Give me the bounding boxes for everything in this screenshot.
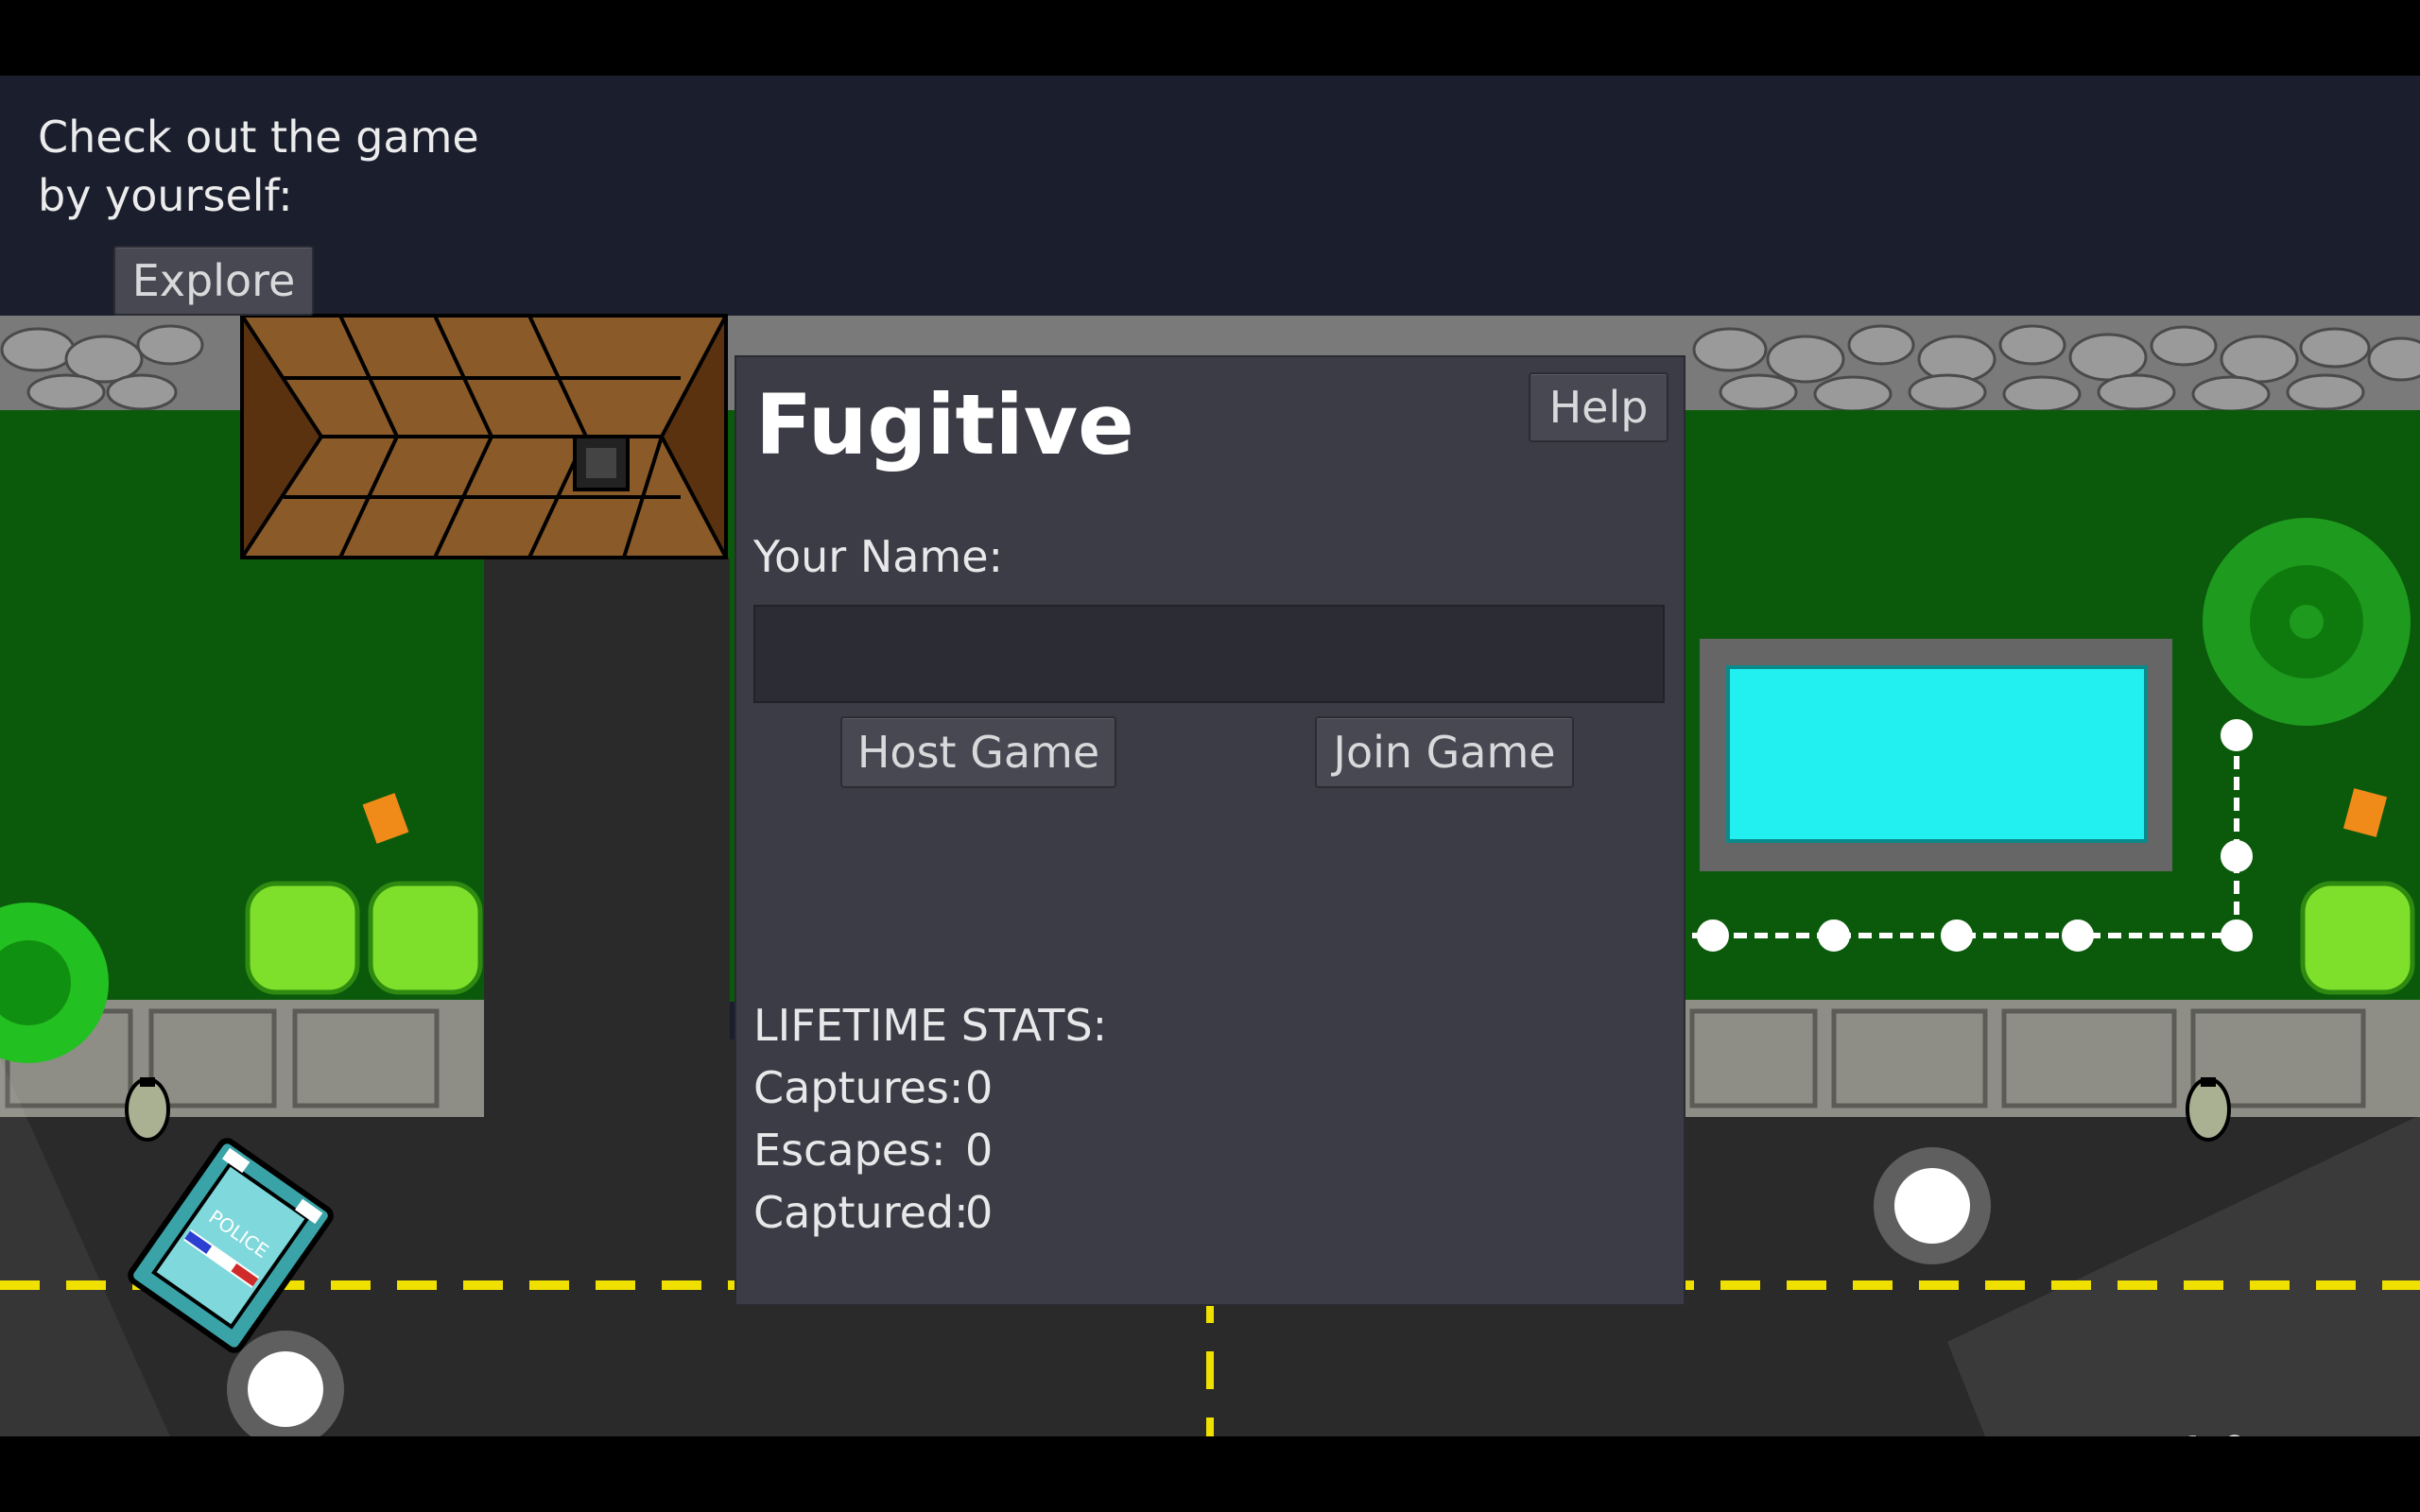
join-game-button[interactable]: Join Game: [1315, 716, 1574, 788]
stat-value: 0: [965, 1125, 994, 1176]
stat-label: Captured:: [753, 1187, 969, 1238]
help-button[interactable]: Help: [1529, 372, 1668, 442]
main-menu-panel: Fugitive Help Your Name: Host Game Join …: [735, 355, 1685, 1306]
stat-value: 0: [965, 1062, 994, 1113]
explore-prompt-line2: by yourself:: [38, 170, 293, 221]
version-label: v1.0: [2153, 1427, 2248, 1436]
stat-escapes: Escapes: 0: [753, 1125, 993, 1176]
explore-prompt-line1: Check out the game: [38, 112, 479, 163]
street-lamp-left: [125, 1077, 170, 1142]
letterbox-top: [0, 0, 2420, 76]
letterbox-bottom: [0, 1436, 2420, 1512]
name-input[interactable]: [753, 605, 1665, 703]
stat-label: Escapes:: [753, 1125, 946, 1176]
driveway: [484, 558, 730, 1087]
stat-value: 0: [965, 1187, 994, 1238]
game-title: Fugitive: [755, 376, 1134, 473]
host-game-button[interactable]: Host Game: [840, 716, 1116, 788]
name-label: Your Name:: [753, 531, 1004, 582]
lifetime-stats-title: LIFETIME STATS:: [753, 1000, 1108, 1051]
explore-button[interactable]: Explore: [113, 246, 314, 316]
game-scene: POLICE Check out the game by yourself: E…: [0, 76, 2420, 1436]
street-lamp-right: [2186, 1077, 2231, 1142]
searchlight-left: [248, 1351, 323, 1427]
explore-prompt: Check out the game by yourself:: [38, 108, 479, 225]
stat-captures: Captures: 0: [753, 1062, 993, 1113]
searchlight-right: [1894, 1168, 1970, 1244]
pool: [1700, 639, 2172, 871]
bush-right: [2300, 881, 2415, 995]
stat-label: Captures:: [753, 1062, 964, 1113]
stat-captured: Captured: 0: [753, 1187, 993, 1238]
house-roof: [240, 314, 728, 559]
